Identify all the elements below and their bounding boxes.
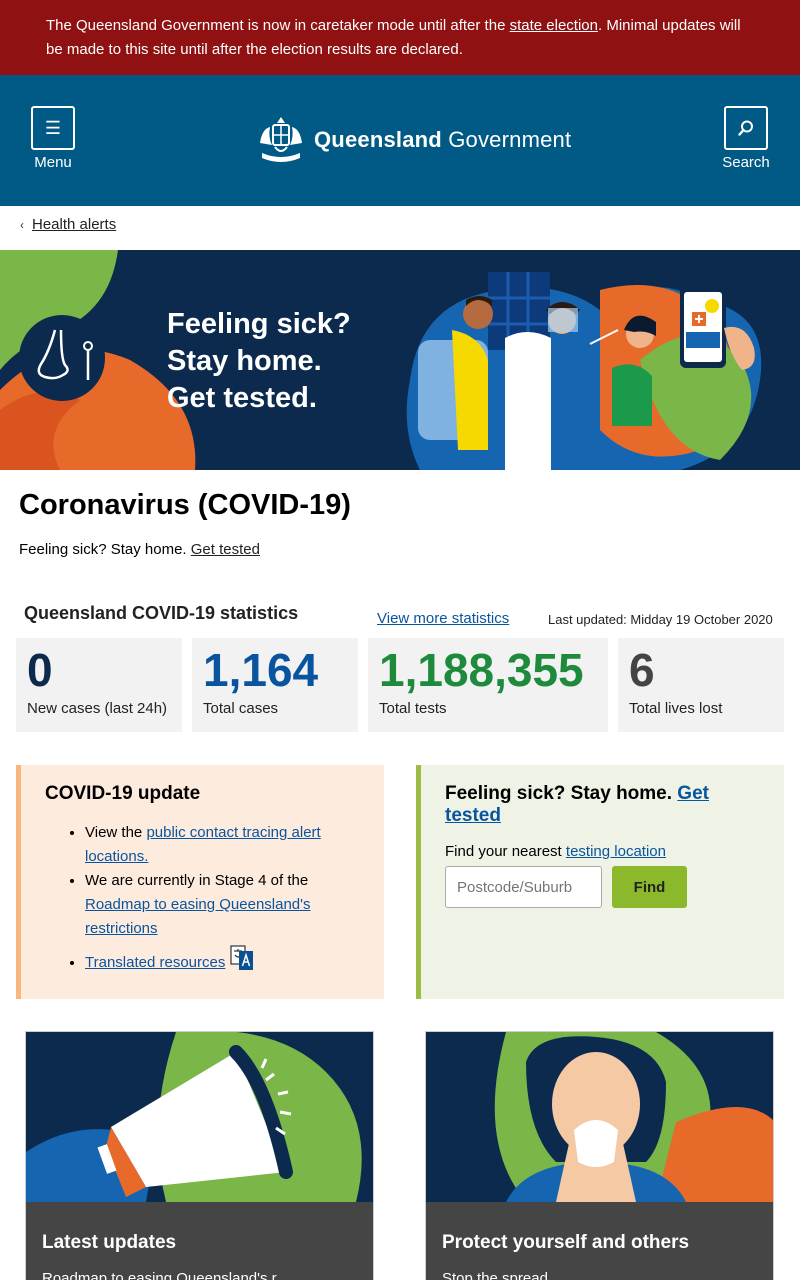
tissue-sneeze-icon: [494, 1032, 773, 1202]
roadmap-link[interactable]: Roadmap to easing Queensland's restricti…: [85, 896, 311, 937]
stat-total-cases: 1,164 Total cases: [192, 638, 358, 732]
stat-label: New cases (last 24h): [27, 700, 168, 717]
qld-government-logo[interactable]: Queensland Government: [254, 113, 571, 167]
get-tested-link[interactable]: Get tested: [191, 541, 260, 558]
coat-of-arms-icon: [260, 117, 302, 162]
breadcrumb: ‹ Health alerts: [20, 216, 116, 233]
menu-label: Menu: [34, 154, 72, 171]
latest-updates-card[interactable]: Latest updates Roadmap to easing Queensl…: [25, 1031, 374, 1280]
megaphone-icon: [26, 1032, 362, 1202]
site-header: ☰ Menu Queensland Government Search: [0, 75, 800, 206]
sneeze-illustration: [426, 1032, 773, 1202]
hero-illustration: [0, 250, 762, 470]
list-item: We are currently in Stage 4 of the Roadm…: [85, 869, 360, 941]
testing-location-link[interactable]: testing location: [566, 843, 666, 860]
stat-value: 0: [27, 644, 53, 696]
stats-last-updated: Last updated: Midday 19 October 2020: [548, 612, 773, 627]
list-item: View the public contact tracing alert lo…: [85, 821, 360, 869]
logo-wordmark: Queensland Government: [314, 127, 572, 152]
stat-lives-lost: 6 Total lives lost: [618, 638, 784, 732]
covid-update-list: View the public contact tracing alert lo…: [45, 821, 360, 975]
page-title: Coronavirus (COVID-19): [19, 489, 351, 521]
stats-title: Queensland COVID-19 statistics: [24, 603, 299, 623]
card-subtitle: Roadmap to easing Queensland's r...: [42, 1270, 289, 1280]
translated-resources-link[interactable]: Translated resources: [85, 954, 225, 971]
stat-label: Total cases: [203, 700, 279, 717]
feeling-sick-title: Feeling sick? Stay home. Get tested: [445, 783, 709, 826]
megaphone-illustration: [26, 1032, 373, 1202]
translate-icon: [229, 945, 253, 970]
feeling-sick-panel: Feeling sick? Stay home. Get tested Find…: [416, 765, 784, 999]
stat-label: Total tests: [379, 700, 447, 717]
find-testing-text: Find your nearest testing location: [445, 843, 666, 860]
stat-label: Total lives lost: [629, 700, 723, 717]
hero-banner: Feeling sick? Stay home. Get tested.: [0, 250, 800, 470]
covid-update-title: COVID-19 update: [45, 783, 201, 804]
find-button[interactable]: Find: [612, 866, 687, 908]
stat-value: 6: [629, 644, 655, 696]
view-more-statistics-link[interactable]: View more statistics: [377, 610, 509, 627]
card-title: Latest updates: [42, 1232, 177, 1253]
caretaker-alert: The Queensland Government is now in care…: [0, 0, 800, 75]
hero-message: Feeling sick? Stay home. Get tested.: [167, 308, 351, 414]
stat-value: 1,164: [203, 644, 319, 696]
postcode-suburb-input[interactable]: [445, 866, 602, 908]
list-item: Translated resources: [85, 945, 360, 975]
state-election-link[interactable]: state election: [510, 17, 598, 34]
search-icon: [724, 106, 768, 150]
protect-yourself-card[interactable]: Protect yourself and others Stop the spr…: [425, 1031, 774, 1280]
covid-update-panel: COVID-19 update View the public contact …: [16, 765, 384, 999]
stat-total-tests: 1,188,355 Total tests: [368, 638, 608, 732]
menu-icon: ☰: [31, 106, 75, 150]
search-label: Search: [722, 154, 770, 171]
find-form: Find: [445, 866, 760, 908]
alert-text: The Queensland Government is now in care…: [46, 17, 510, 34]
stat-new-cases: 0 New cases (last 24h): [16, 638, 182, 732]
breadcrumb-health-alerts[interactable]: Health alerts: [32, 216, 116, 233]
stat-value: 1,188,355: [379, 644, 584, 696]
chevron-left-icon: ‹: [20, 217, 24, 232]
menu-button[interactable]: ☰ Menu: [23, 106, 83, 171]
card-title: Protect yourself and others: [442, 1232, 690, 1253]
search-button[interactable]: Search: [716, 106, 776, 171]
card-subtitle: Stop the spread: [442, 1270, 548, 1280]
intro-text: Feeling sick? Stay home. Get tested: [19, 541, 260, 558]
